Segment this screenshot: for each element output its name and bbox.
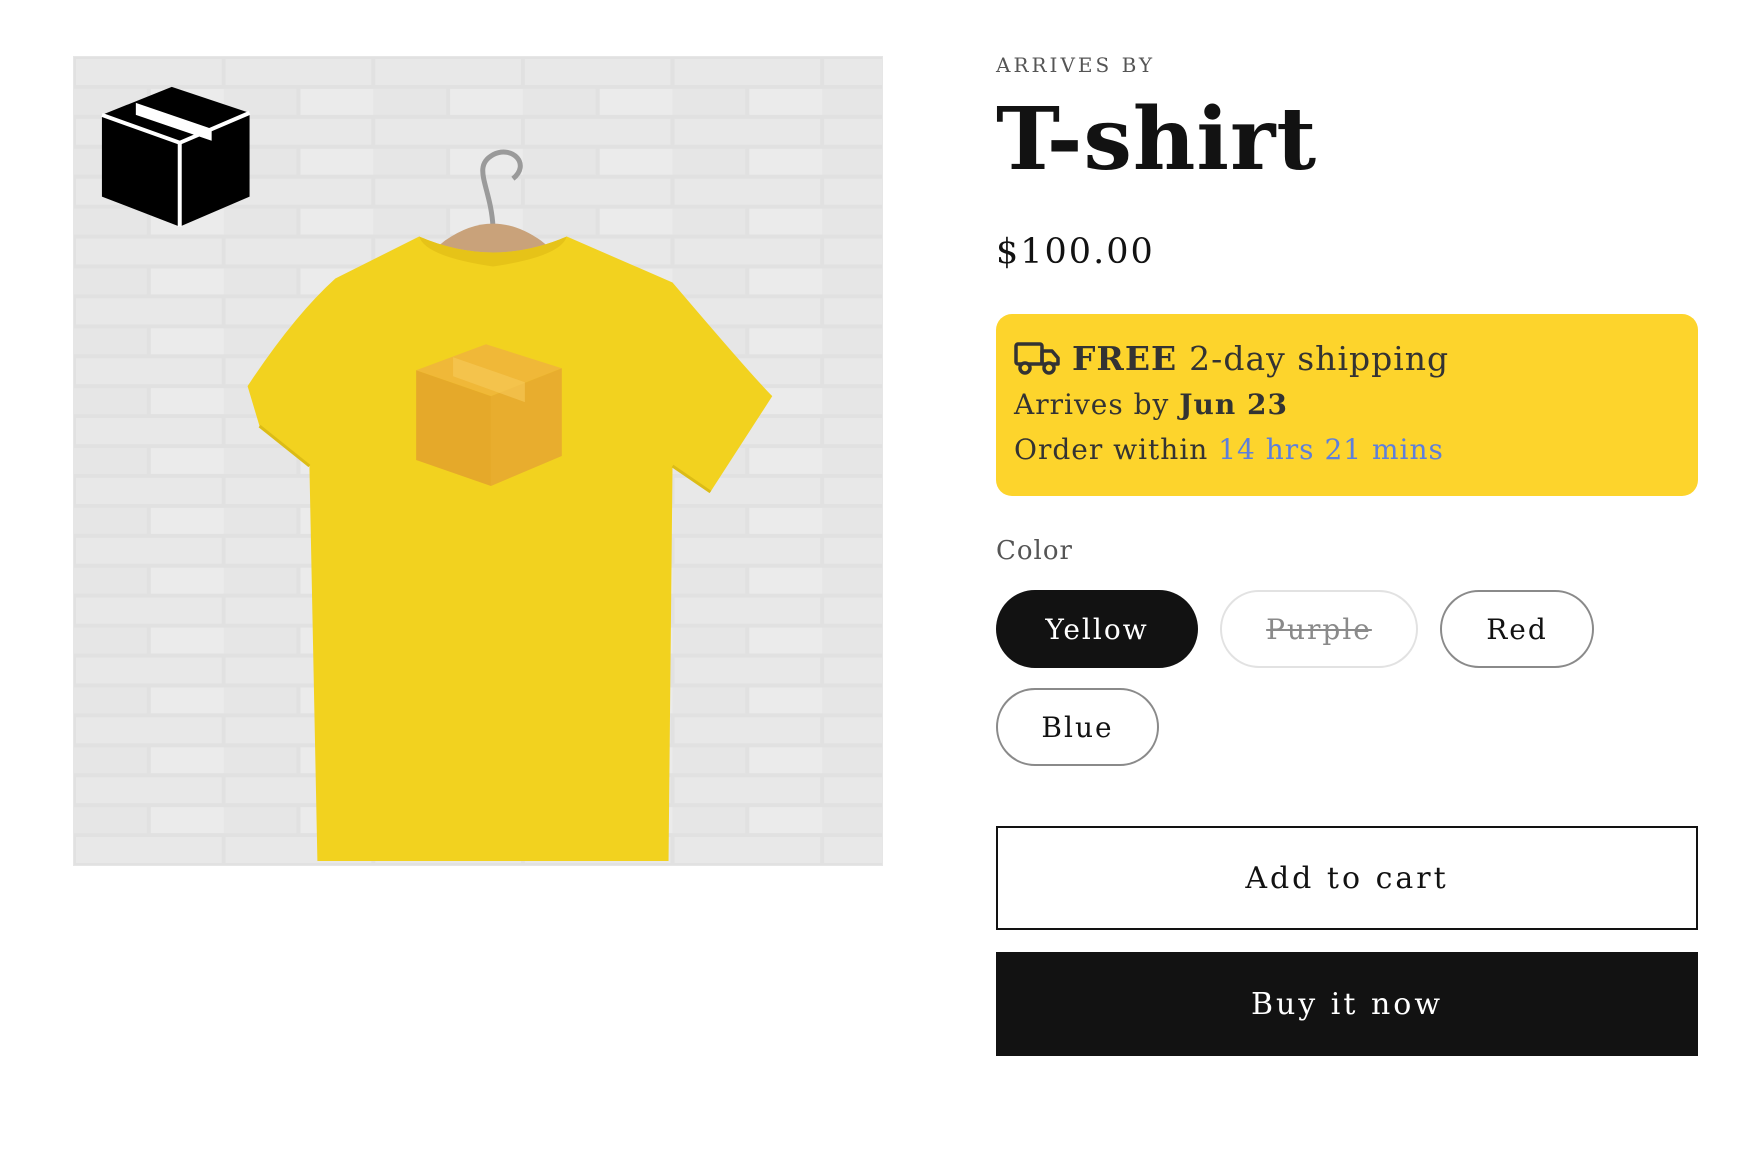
arrives-prefix: Arrives by [1014,388,1170,421]
shipping-headline: FREE 2-day shipping [1014,334,1680,382]
shipping-banner: FREE 2-day shipping Arrives by Jun 23 Or… [996,314,1698,496]
free-label: FREE [1072,338,1178,378]
arrives-line: Arrives by Jun 23 [1014,382,1680,427]
order-prefix: Order within [1014,433,1209,466]
product-title: T-shirt [996,89,1318,190]
product-price: $100.00 [996,232,1155,272]
color-option-red[interactable]: Red [1440,590,1594,668]
order-countdown: 14 hrs 21 mins [1218,433,1444,466]
order-within-line: Order within 14 hrs 21 mins [1014,427,1680,472]
color-option-blue[interactable]: Blue [996,688,1159,766]
add-to-cart-button[interactable]: Add to cart [996,826,1698,930]
arrival-date: Jun 23 [1179,388,1288,421]
box-graphic [416,344,562,486]
color-option-purple[interactable]: Purple [1220,590,1418,668]
buy-now-button[interactable]: Buy it now [996,952,1698,1056]
shipping-speed: 2-day shipping [1189,338,1450,378]
product-image[interactable] [73,56,883,866]
product-page: ARRIVES BY T-shirt $100.00 FREE 2-day sh… [0,0,1756,1172]
color-options: Yellow Purple Red Blue [996,590,1698,766]
truck-icon [1014,342,1060,375]
color-option-yellow[interactable]: Yellow [996,590,1198,668]
vendor-label: ARRIVES BY [996,53,1156,77]
product-info: ARRIVES BY T-shirt $100.00 FREE 2-day sh… [996,52,1698,1056]
color-option-label: Color [996,536,1073,566]
